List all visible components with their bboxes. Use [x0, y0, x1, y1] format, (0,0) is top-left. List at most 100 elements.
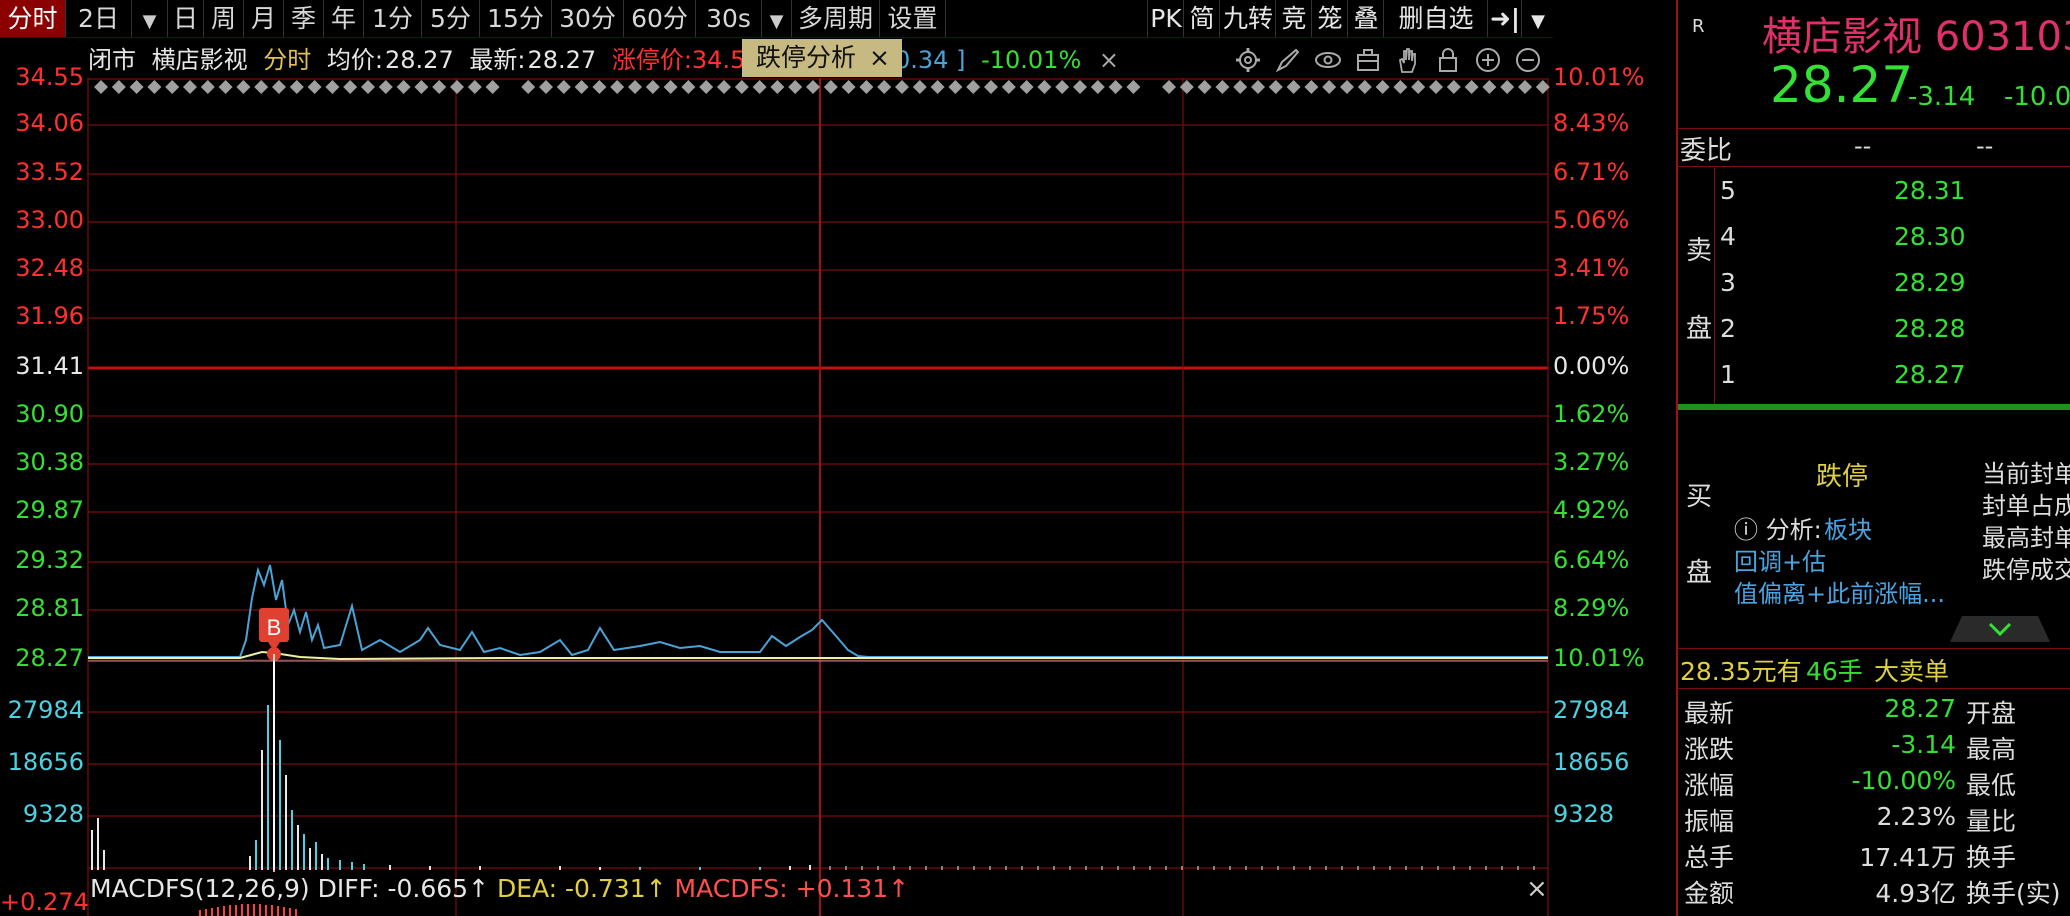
percent-axis-label: 10.01% [1553, 644, 1645, 672]
arrow-right-bar-icon: ➜| [1489, 4, 1521, 33]
buy-sell-divider [1678, 404, 2070, 410]
sell-price[interactable]: 28.27 [1894, 360, 1966, 389]
tab-season[interactable]: 季 [284, 0, 324, 37]
cage-button[interactable]: 笼 [1311, 0, 1348, 37]
simple-button[interactable]: 简 [1183, 0, 1220, 37]
remove-watchlist-button[interactable]: 删自选 [1383, 0, 1488, 37]
analysis-label: ⓘ 分析: [1734, 516, 1822, 544]
tick-diamond [681, 80, 696, 94]
zoom-out-icon[interactable] [1514, 46, 1542, 74]
volume-axis-label: 18656 [1553, 748, 1630, 776]
tab-week[interactable]: 周 [204, 0, 244, 37]
settings-gear-icon[interactable] [1234, 46, 1262, 74]
tab-day[interactable]: 日 [168, 0, 204, 37]
sell-level: 3 [1720, 268, 1736, 297]
tab-30s-dropdown[interactable]: ▼ [762, 0, 792, 37]
volume-axis-label: 18656 [7, 748, 84, 776]
eye-icon[interactable] [1314, 46, 1342, 74]
nine-turn-button[interactable]: 九转 [1219, 0, 1276, 37]
percent-axis-label: 6.71% [1553, 158, 1630, 186]
tick-diamond [414, 80, 429, 94]
pk-button[interactable]: PK [1147, 0, 1184, 37]
tab-year[interactable]: 年 [324, 0, 364, 37]
chart-grid [87, 78, 1549, 916]
limit-down-analysis-tooltip[interactable]: 跌停分析 × [742, 39, 902, 77]
info-close-button[interactable]: × [1099, 46, 1119, 74]
percent-axis-label: 0.00% [1553, 352, 1630, 380]
limit-up-price: 涨停价:34.55 [611, 46, 761, 74]
tick-diamond [1108, 80, 1123, 94]
analysis-pullback-link[interactable]: 回调+估 [1734, 542, 1826, 577]
weibi-label: 委比 [1680, 136, 1733, 166]
buy-side-label-1: 买 [1686, 482, 1713, 512]
tab-60min[interactable]: 60分 [624, 0, 696, 37]
big-order-qty: 46手 [1806, 657, 1863, 686]
expand-panel-button[interactable]: ➜| [1487, 0, 1522, 37]
stat-label: 最新 [1684, 699, 1735, 728]
stat-label: 涨跌 [1684, 735, 1735, 764]
auction-button[interactable]: 竞 [1275, 0, 1312, 37]
percent-axis-label: 8.29% [1553, 594, 1630, 622]
stat-value: 17.41万 [1859, 843, 1956, 872]
stat-value: 28.27 [1884, 694, 1956, 723]
tab-month[interactable]: 月 [244, 0, 284, 37]
price-axis-label: 30.90 [15, 400, 84, 428]
tab-multi-period[interactable]: 多周期 [792, 0, 880, 37]
tick-diamond [574, 80, 589, 94]
tick-diamond [272, 80, 286, 94]
tick-diamond [948, 80, 963, 94]
tooltip-close-button[interactable]: × [869, 39, 890, 77]
tick-diamond [1179, 80, 1194, 94]
tick-diamond [236, 80, 251, 94]
macd-axis-label: +0.274 [0, 888, 89, 916]
quote-change-pct: -10.00% [2004, 82, 2070, 112]
tick-diamond [467, 80, 482, 94]
big-order-type: 大卖单 [1874, 657, 1950, 686]
stat-value: -10.00% [1851, 766, 1956, 795]
sell-price[interactable]: 28.28 [1894, 314, 1966, 343]
collapse-chevron-button[interactable] [1948, 614, 2052, 644]
tab-settings[interactable]: 设置 [880, 0, 946, 37]
seal-info-4: 跌停成交 [1982, 556, 2070, 584]
tick-diamond [610, 80, 625, 94]
tab-5min[interactable]: 5分 [422, 0, 480, 37]
more-dropdown-button[interactable]: ▼ [1521, 0, 1554, 37]
tick-diamond [699, 80, 714, 94]
sell-price[interactable]: 28.29 [1894, 268, 1966, 297]
macd-name[interactable]: MACDFS(12,26,9) [90, 874, 310, 903]
stat-label-2: 换手(实) [1966, 879, 2061, 908]
sell-price[interactable]: 28.30 [1894, 222, 1966, 251]
price-axis-label: 28.81 [15, 594, 84, 622]
intraday-chart[interactable]: B [0, 37, 1676, 916]
overlay-button[interactable]: 叠 [1347, 0, 1384, 37]
sell-side-label-1: 卖 [1686, 236, 1713, 266]
tick-diamond [1251, 80, 1265, 94]
macd-indicator-bar: MACDFS(12,26,9) DIFF: -0.665↑ DEA: -0.73… [90, 872, 909, 906]
tab-fenshi[interactable]: 分时 [0, 0, 66, 37]
lock-icon[interactable] [1434, 46, 1462, 74]
draw-pen-icon[interactable] [1274, 46, 1302, 74]
tab-1min[interactable]: 1分 [364, 0, 422, 37]
tab-30s[interactable]: 30s [696, 0, 762, 37]
tab-30min[interactable]: 30分 [552, 0, 624, 37]
tick-diamond [663, 80, 678, 94]
tick-diamond [147, 80, 162, 94]
tick-diamond [1215, 80, 1230, 94]
dropdown-arrow-icon: ▼ [142, 11, 157, 32]
tab-2day-dropdown[interactable]: ▼ [132, 0, 168, 37]
tab-15min[interactable]: 15分 [480, 0, 552, 37]
stat-value: 4.93亿 [1875, 879, 1956, 908]
tab-2day[interactable]: 2日 [66, 0, 132, 37]
sell-price[interactable]: 28.31 [1894, 176, 1966, 205]
analysis-deviation-link[interactable]: 值偏离+此前涨幅... [1734, 574, 1945, 609]
hand-pan-icon[interactable] [1394, 46, 1422, 74]
analysis-sector-link[interactable]: 板块 [1824, 510, 1872, 545]
tick-diamond [556, 80, 571, 94]
percent-axis-label: 10.01% [1553, 63, 1645, 91]
macd-close-button[interactable]: × [1526, 874, 1548, 904]
sell-level: 5 [1720, 176, 1736, 205]
zoom-in-icon[interactable] [1474, 46, 1502, 74]
toolbox-icon[interactable] [1354, 46, 1382, 74]
limit-down-status: 跌停 [1816, 462, 1869, 492]
stat-label-2: 最高 [1966, 735, 2017, 764]
